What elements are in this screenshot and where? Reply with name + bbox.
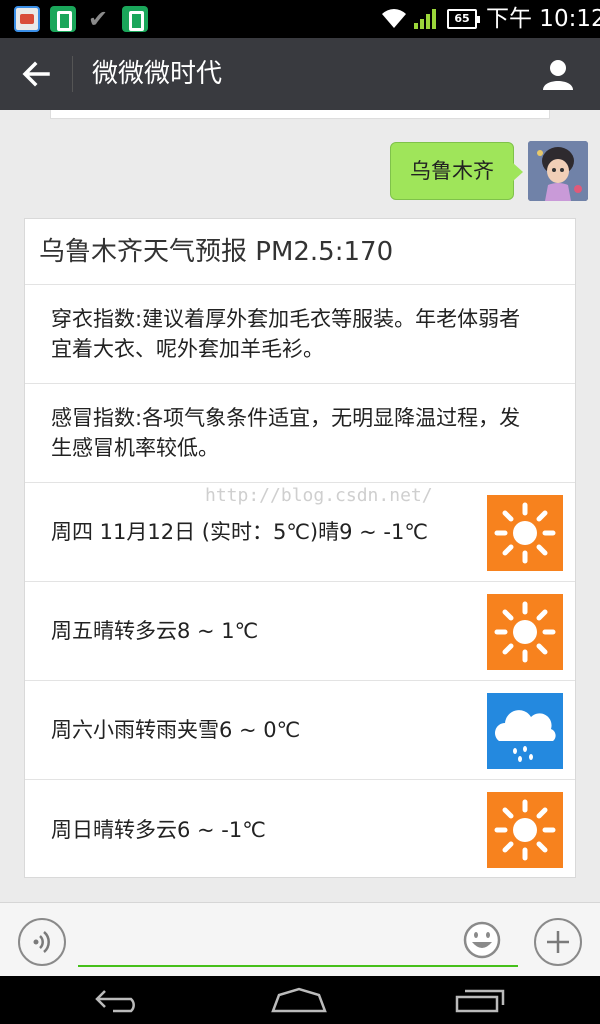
list-item[interactable]: 周五晴转多云8 ~ 1℃ — [25, 582, 575, 681]
list-item[interactable]: 穿衣指数:建议着厚外套加毛衣等服装。年老体弱者宜着大衣、呢外套加羊毛衫。 — [25, 285, 575, 384]
list-item-text: 穿衣指数:建议着厚外套加毛衣等服装。年老体弱者宜着大衣、呢外套加羊毛衫。 — [51, 307, 521, 361]
chat-area[interactable]: 乌鲁木齐 乌鲁木齐天气预报 PM2.5:170 穿衣指数:建议着厚外套加毛衣等服… — [0, 110, 600, 902]
sun-icon — [487, 792, 563, 868]
list-item-text: 感冒指数:各项气象条件适宜，无明显降温过程，发生感冒机率较低。 — [51, 406, 521, 460]
r-app-notification-icon — [50, 6, 76, 32]
voice-icon — [33, 931, 50, 953]
weather-card[interactable]: 乌鲁木齐天气预报 PM2.5:170 穿衣指数:建议着厚外套加毛衣等服装。年老体… — [24, 218, 576, 878]
signal-icon — [414, 9, 436, 29]
status-bar: ✔ 65 下午 10:12 — [0, 0, 600, 38]
weather-card-title: 乌鲁木齐天气预报 PM2.5:170 — [25, 219, 575, 285]
person-icon — [543, 60, 573, 90]
list-item-text: 周四 11月12日 (实时：5℃)晴9 ~ -1℃ — [51, 520, 428, 544]
avatar-image — [528, 141, 588, 201]
plus-icon — [547, 931, 569, 953]
list-item[interactable]: 周日晴转多云6 ~ -1℃ — [25, 780, 575, 879]
nav-home-icon — [271, 987, 327, 1013]
profile-button[interactable] — [538, 56, 578, 92]
previous-message-card — [50, 110, 550, 119]
emoji-icon — [463, 921, 501, 959]
page-title: 微微微时代 — [92, 59, 223, 89]
nav-back-button[interactable] — [84, 982, 154, 1018]
navigation-bar — [0, 976, 600, 1024]
list-item[interactable]: 周六小雨转雨夹雪6 ~ 0℃ — [25, 681, 575, 780]
rain-cloud-icon — [487, 693, 563, 769]
sun-icon — [487, 495, 563, 571]
message-input[interactable] — [78, 917, 518, 967]
title-bar: 微微微时代 — [0, 38, 600, 110]
app-notification-icon — [14, 6, 40, 32]
nav-recents-button[interactable] — [446, 982, 516, 1018]
plus-button[interactable] — [534, 918, 582, 966]
sent-message-bubble[interactable]: 乌鲁木齐 — [390, 142, 523, 200]
back-arrow-icon — [22, 61, 50, 87]
avatar[interactable] — [528, 141, 588, 201]
wifi-icon — [382, 9, 406, 28]
battery-icon: 65 — [447, 9, 480, 29]
clock: 下午 10:12 — [486, 6, 600, 32]
nav-back-icon — [95, 990, 135, 1013]
voice-button[interactable] — [18, 918, 66, 966]
list-item[interactable]: 感冒指数:各项气象条件适宜，无明显降温过程，发生感冒机率较低。 — [25, 384, 575, 483]
emoji-button[interactable] — [462, 920, 502, 960]
title-divider — [72, 56, 73, 92]
r-app-notification-icon — [122, 6, 148, 32]
nav-recents-icon — [455, 989, 505, 1013]
list-item-text: 周五晴转多云8 ~ 1℃ — [51, 619, 259, 643]
input-bar — [0, 902, 600, 976]
sun-icon — [487, 594, 563, 670]
list-item-text: 周日晴转多云6 ~ -1℃ — [51, 817, 266, 842]
back-button[interactable] — [14, 54, 58, 94]
list-item[interactable]: http://blog.csdn.net/ 周四 11月12日 (实时：5℃)晴… — [25, 483, 575, 582]
nav-home-button[interactable] — [264, 982, 334, 1018]
check-icon: ✔ — [88, 5, 109, 33]
list-item-text: 周六小雨转雨夹雪6 ~ 0℃ — [51, 718, 301, 742]
